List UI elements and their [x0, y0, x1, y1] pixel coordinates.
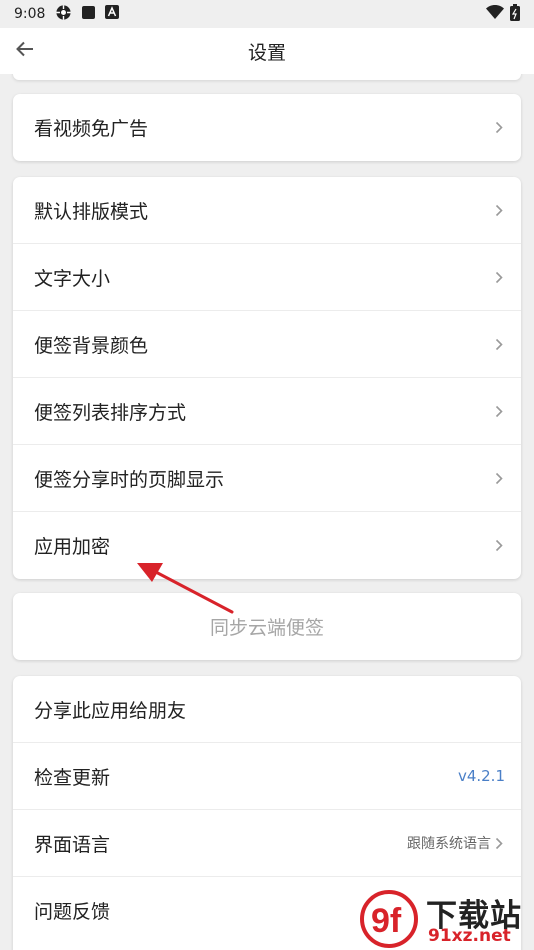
setting-label: 便签分享时的页脚显示	[34, 468, 225, 491]
app-bar: 设置	[0, 28, 534, 74]
page-title: 设置	[247, 41, 286, 64]
settings-group-display: 默认排版模式 文字大小 便签背景颜色 便签列表排序方式 便签分享时的页脚显示 应…	[13, 177, 521, 579]
language-value: 跟随系统语言	[407, 836, 491, 852]
setting-label: 便签背景颜色	[34, 334, 149, 357]
chevron-right-icon	[495, 539, 507, 553]
setting-interface-language[interactable]: 界面语言 跟随系统语言	[13, 810, 521, 877]
chevron-right-icon	[495, 404, 507, 418]
status-right	[486, 3, 520, 25]
status-bar: 9:08	[0, 0, 534, 28]
settings-group-sync: 同步云端便签	[13, 593, 521, 660]
setting-note-list-sort[interactable]: 便签列表排序方式	[13, 378, 521, 445]
chevron-right-icon	[495, 270, 507, 284]
chevron-right-icon	[495, 121, 507, 135]
setting-label: 看视频免广告	[34, 118, 149, 140]
9f-logo-icon: 9f	[360, 890, 418, 948]
setting-label: 默认排版模式	[34, 200, 149, 223]
setting-label: 分享此应用给朋友	[34, 699, 187, 722]
version-value: v4.2.1	[457, 767, 505, 785]
svg-text:9f: 9f	[371, 902, 402, 940]
chevron-right-icon	[495, 471, 507, 485]
arrow-left-icon	[16, 41, 34, 61]
setting-label: 文字大小	[34, 267, 111, 290]
status-time: 9:08	[14, 6, 46, 22]
sync-label: 同步云端便签	[209, 617, 324, 639]
wifi-icon	[486, 5, 504, 23]
font-a-icon	[105, 5, 120, 23]
setting-label: 界面语言	[34, 833, 111, 856]
setting-app-encryption[interactable]: 应用加密	[13, 512, 521, 579]
watermark-text-bottom: 91xz.net	[428, 926, 511, 946]
settings-group-ads: 看视频免广告	[13, 94, 521, 161]
battery-icon	[510, 3, 520, 25]
setting-note-background-color[interactable]: 便签背景颜色	[13, 311, 521, 378]
setting-share-footer-display[interactable]: 便签分享时的页脚显示	[13, 445, 521, 512]
status-left: 9:08	[14, 4, 120, 25]
setting-label: 便签列表排序方式	[34, 401, 187, 424]
chevron-right-icon	[495, 337, 507, 351]
setting-default-layout-mode[interactable]: 默认排版模式	[13, 177, 521, 244]
chevron-right-icon	[495, 836, 507, 850]
setting-label: 应用加密	[34, 536, 111, 558]
stop-square-icon	[82, 5, 96, 23]
setting-text-size[interactable]: 文字大小	[13, 244, 521, 311]
setting-label: 检查更新	[34, 766, 111, 789]
watermark: 9f 下载站 91xz.net	[356, 888, 534, 950]
back-button[interactable]	[10, 36, 40, 66]
setting-watch-video-no-ads[interactable]: 看视频免广告	[13, 94, 521, 161]
settings-gear-icon	[55, 4, 72, 25]
sync-cloud-notes-button[interactable]: 同步云端便签	[13, 593, 521, 660]
chevron-right-icon	[495, 203, 507, 217]
setting-check-update[interactable]: 检查更新 v4.2.1	[13, 743, 521, 810]
setting-share-app[interactable]: 分享此应用给朋友	[13, 676, 521, 743]
